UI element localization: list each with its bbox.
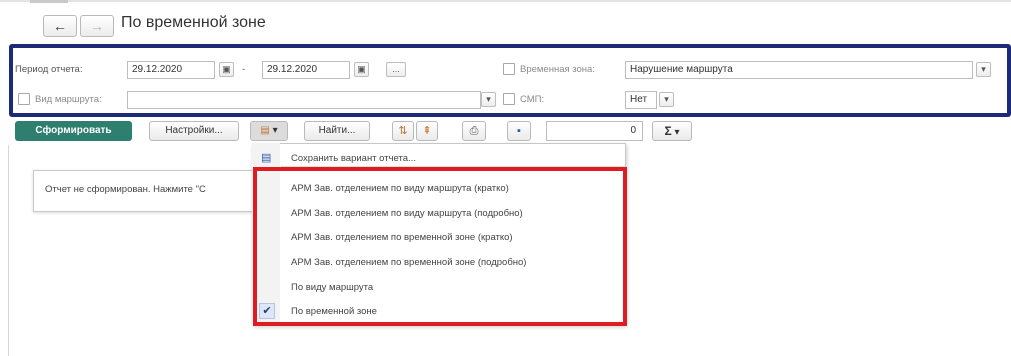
report-variant-button[interactable]: ▤ ▾ [250, 121, 288, 141]
route-type-dropdown-button[interactable]: ▾ [481, 92, 496, 107]
save-button[interactable]: ▪ [507, 121, 531, 141]
route-type-label: Вид маршрута: [35, 94, 102, 105]
generate-button[interactable]: Сформировать [15, 121, 132, 141]
back-arrow-icon: ← [53, 18, 67, 34]
back-button[interactable]: ← [43, 15, 77, 37]
save-variant-icon: ▤ [261, 152, 272, 164]
smp-label: СМП: [520, 94, 545, 105]
chevron-down-icon: ▾ [664, 94, 669, 104]
period-select-button[interactable]: ... [386, 62, 406, 77]
smp-dropdown-button[interactable]: ▾ [659, 92, 674, 107]
top-divider [0, 0, 1011, 2]
expand-icon: ⇅ [398, 125, 408, 137]
time-zone-checkbox[interactable] [503, 63, 515, 75]
chevron-down-icon: ▾ [674, 127, 680, 138]
date-to-calendar-button[interactable]: ▣ [354, 62, 369, 77]
menu-item-save-variant[interactable]: Сохранить вариант отчета... [291, 153, 416, 164]
forward-button[interactable]: → [80, 15, 114, 37]
forward-arrow-icon: → [90, 18, 104, 34]
smp-checkbox[interactable] [503, 93, 515, 105]
calendar-icon: ▣ [222, 64, 231, 74]
sigma-icon: Σ [664, 124, 672, 138]
date-from-calendar-button[interactable]: ▣ [219, 62, 234, 77]
ellipsis-icon: ... [392, 64, 400, 74]
time-zone-label: Временная зона: [520, 64, 595, 75]
find-button[interactable]: Найти... [304, 121, 370, 141]
page-title: По временной зоне [121, 14, 266, 31]
collapse-icon: ⇞ [422, 125, 432, 137]
active-tab-indicator [30, 0, 68, 3]
chevron-down-icon: ▾ [486, 94, 491, 104]
period-label: Период отчета: [15, 64, 83, 75]
time-zone-dropdown-button[interactable]: ▾ [976, 62, 991, 77]
smp-field[interactable]: Нет [625, 91, 657, 109]
settings-button[interactable]: Настройки... [149, 121, 239, 141]
printer-icon: ⎙ [469, 125, 479, 137]
floppy-disk-icon: ▪ [517, 125, 521, 137]
report-area-border [8, 145, 9, 356]
print-button[interactable]: ⎙ [462, 121, 486, 141]
calendar-icon: ▣ [357, 64, 366, 74]
sum-field: 0 [546, 121, 643, 141]
chevron-down-icon: ▾ [272, 125, 278, 136]
sum-button[interactable]: Σ ▾ [652, 121, 692, 141]
route-type-field[interactable] [127, 91, 481, 109]
expand-groups-button[interactable]: ⇅ [392, 121, 414, 141]
date-to-field[interactable]: 29.12.2020 [262, 61, 350, 79]
report-variant-icon: ▤ [260, 125, 270, 136]
variants-highlight-frame [253, 167, 627, 326]
route-type-checkbox[interactable] [18, 93, 30, 105]
chevron-down-icon: ▾ [981, 64, 986, 74]
collapse-groups-button[interactable]: ⇞ [416, 121, 438, 141]
time-zone-field[interactable]: Нарушение маршрута [625, 61, 973, 79]
date-separator: - [242, 64, 246, 75]
report-not-generated-message: Отчет не сформирован. Нажмите "С [33, 170, 265, 212]
date-from-field[interactable]: 29.12.2020 [127, 61, 215, 79]
